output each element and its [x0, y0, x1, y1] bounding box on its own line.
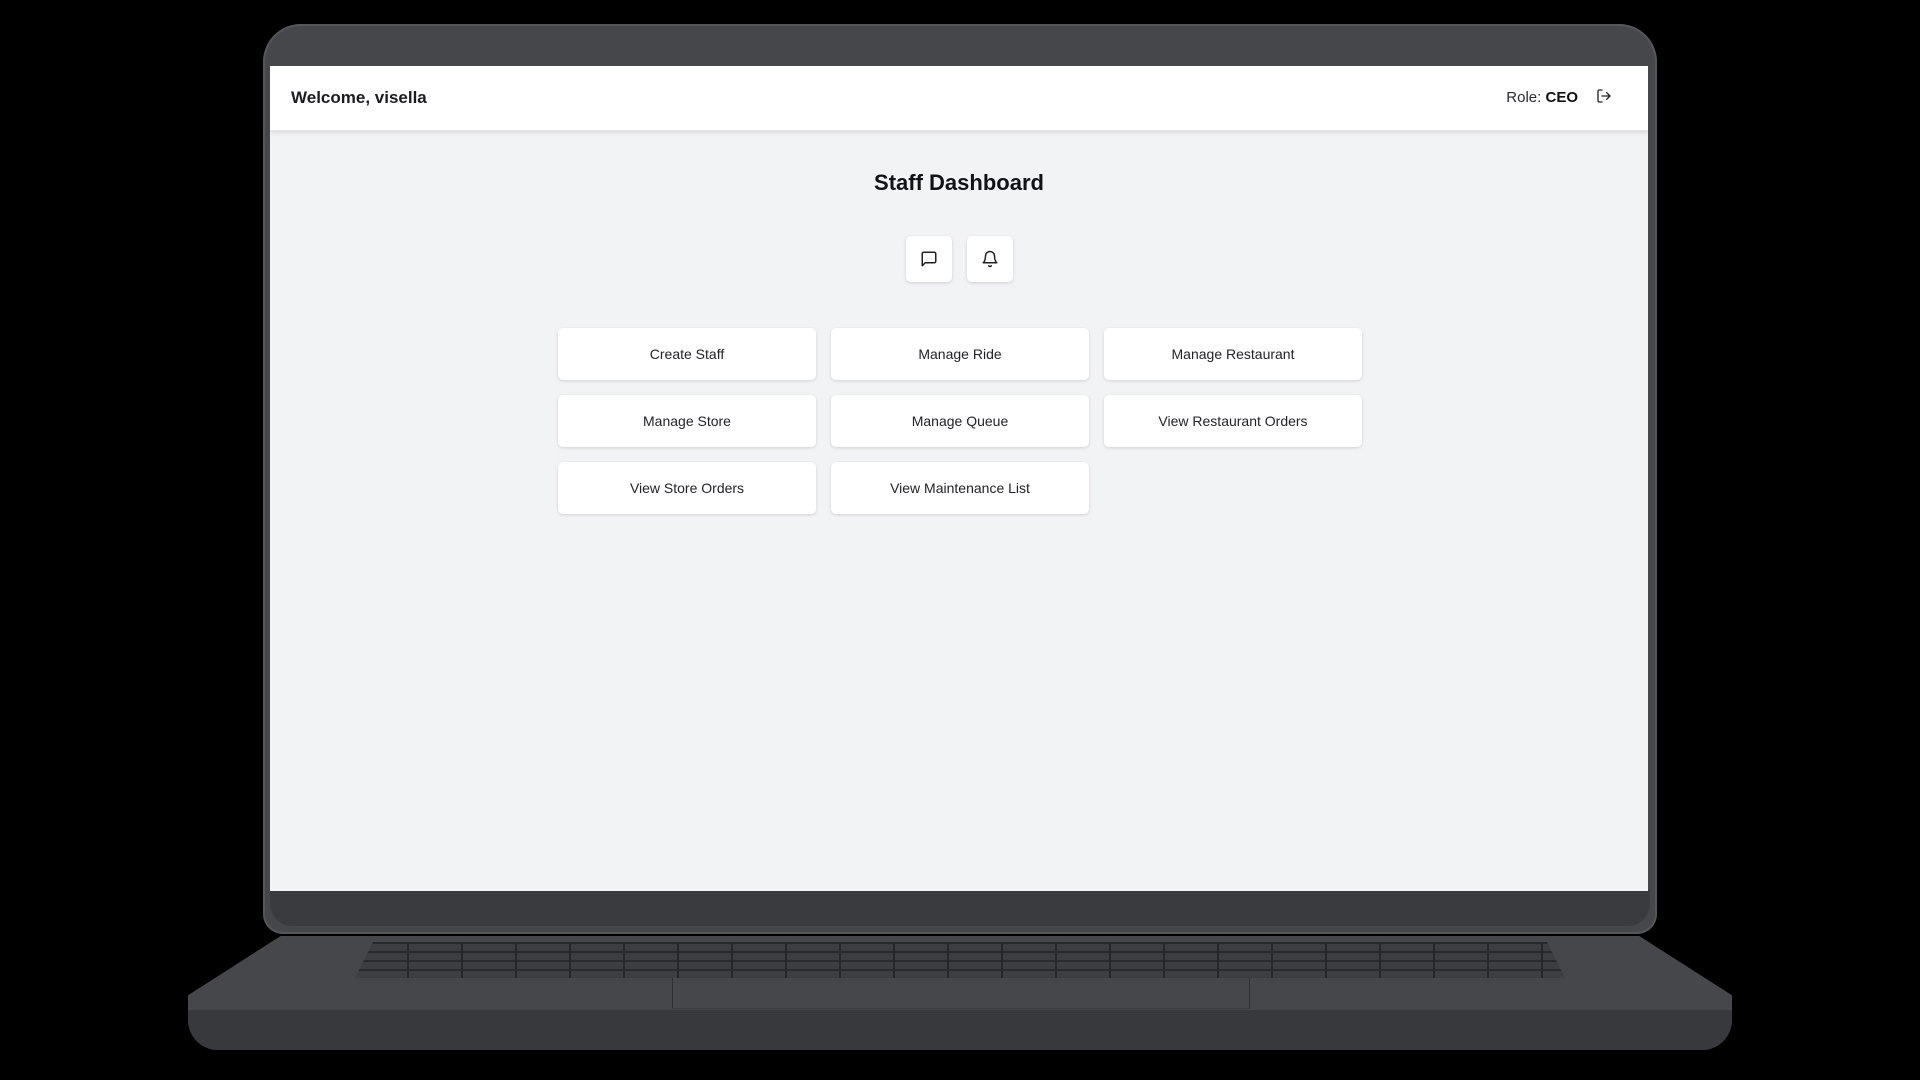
role-indicator: Role: CEO	[1506, 89, 1578, 106]
action-grid: Create Staff Manage Ride Manage Restaura…	[558, 328, 1362, 514]
laptop-base-edge	[188, 1010, 1732, 1050]
manage-ride-button[interactable]: Manage Ride	[831, 328, 1089, 380]
create-staff-button[interactable]: Create Staff	[558, 328, 816, 380]
manage-restaurant-button[interactable]: Manage Restaurant	[1104, 328, 1362, 380]
top-navbar: Welcome, visella Role: CEO	[270, 66, 1648, 131]
manage-queue-button[interactable]: Manage Queue	[831, 395, 1089, 447]
message-square-icon	[921, 251, 937, 267]
laptop-bezel	[270, 890, 1650, 926]
role-value: CEO	[1545, 89, 1578, 106]
welcome-text: Welcome, visella	[291, 88, 427, 107]
bell-icon	[982, 250, 998, 268]
logout-button[interactable]	[1593, 85, 1615, 107]
app-screen: Welcome, visella Role: CEO Staff Dashboa…	[270, 66, 1648, 891]
laptop-trackpad	[672, 978, 1250, 1009]
page-title: Staff Dashboard	[874, 170, 1044, 195]
role-label: Role:	[1506, 89, 1542, 106]
notifications-button[interactable]	[967, 236, 1013, 282]
log-out-icon	[1597, 89, 1611, 103]
view-maintenance-list-button[interactable]: View Maintenance List	[831, 462, 1089, 514]
manage-store-button[interactable]: Manage Store	[558, 395, 816, 447]
view-restaurant-orders-button[interactable]: View Restaurant Orders	[1104, 395, 1362, 447]
messages-button[interactable]	[906, 236, 952, 282]
view-store-orders-button[interactable]: View Store Orders	[558, 462, 816, 514]
laptop-keyboard-rows	[355, 942, 1565, 978]
